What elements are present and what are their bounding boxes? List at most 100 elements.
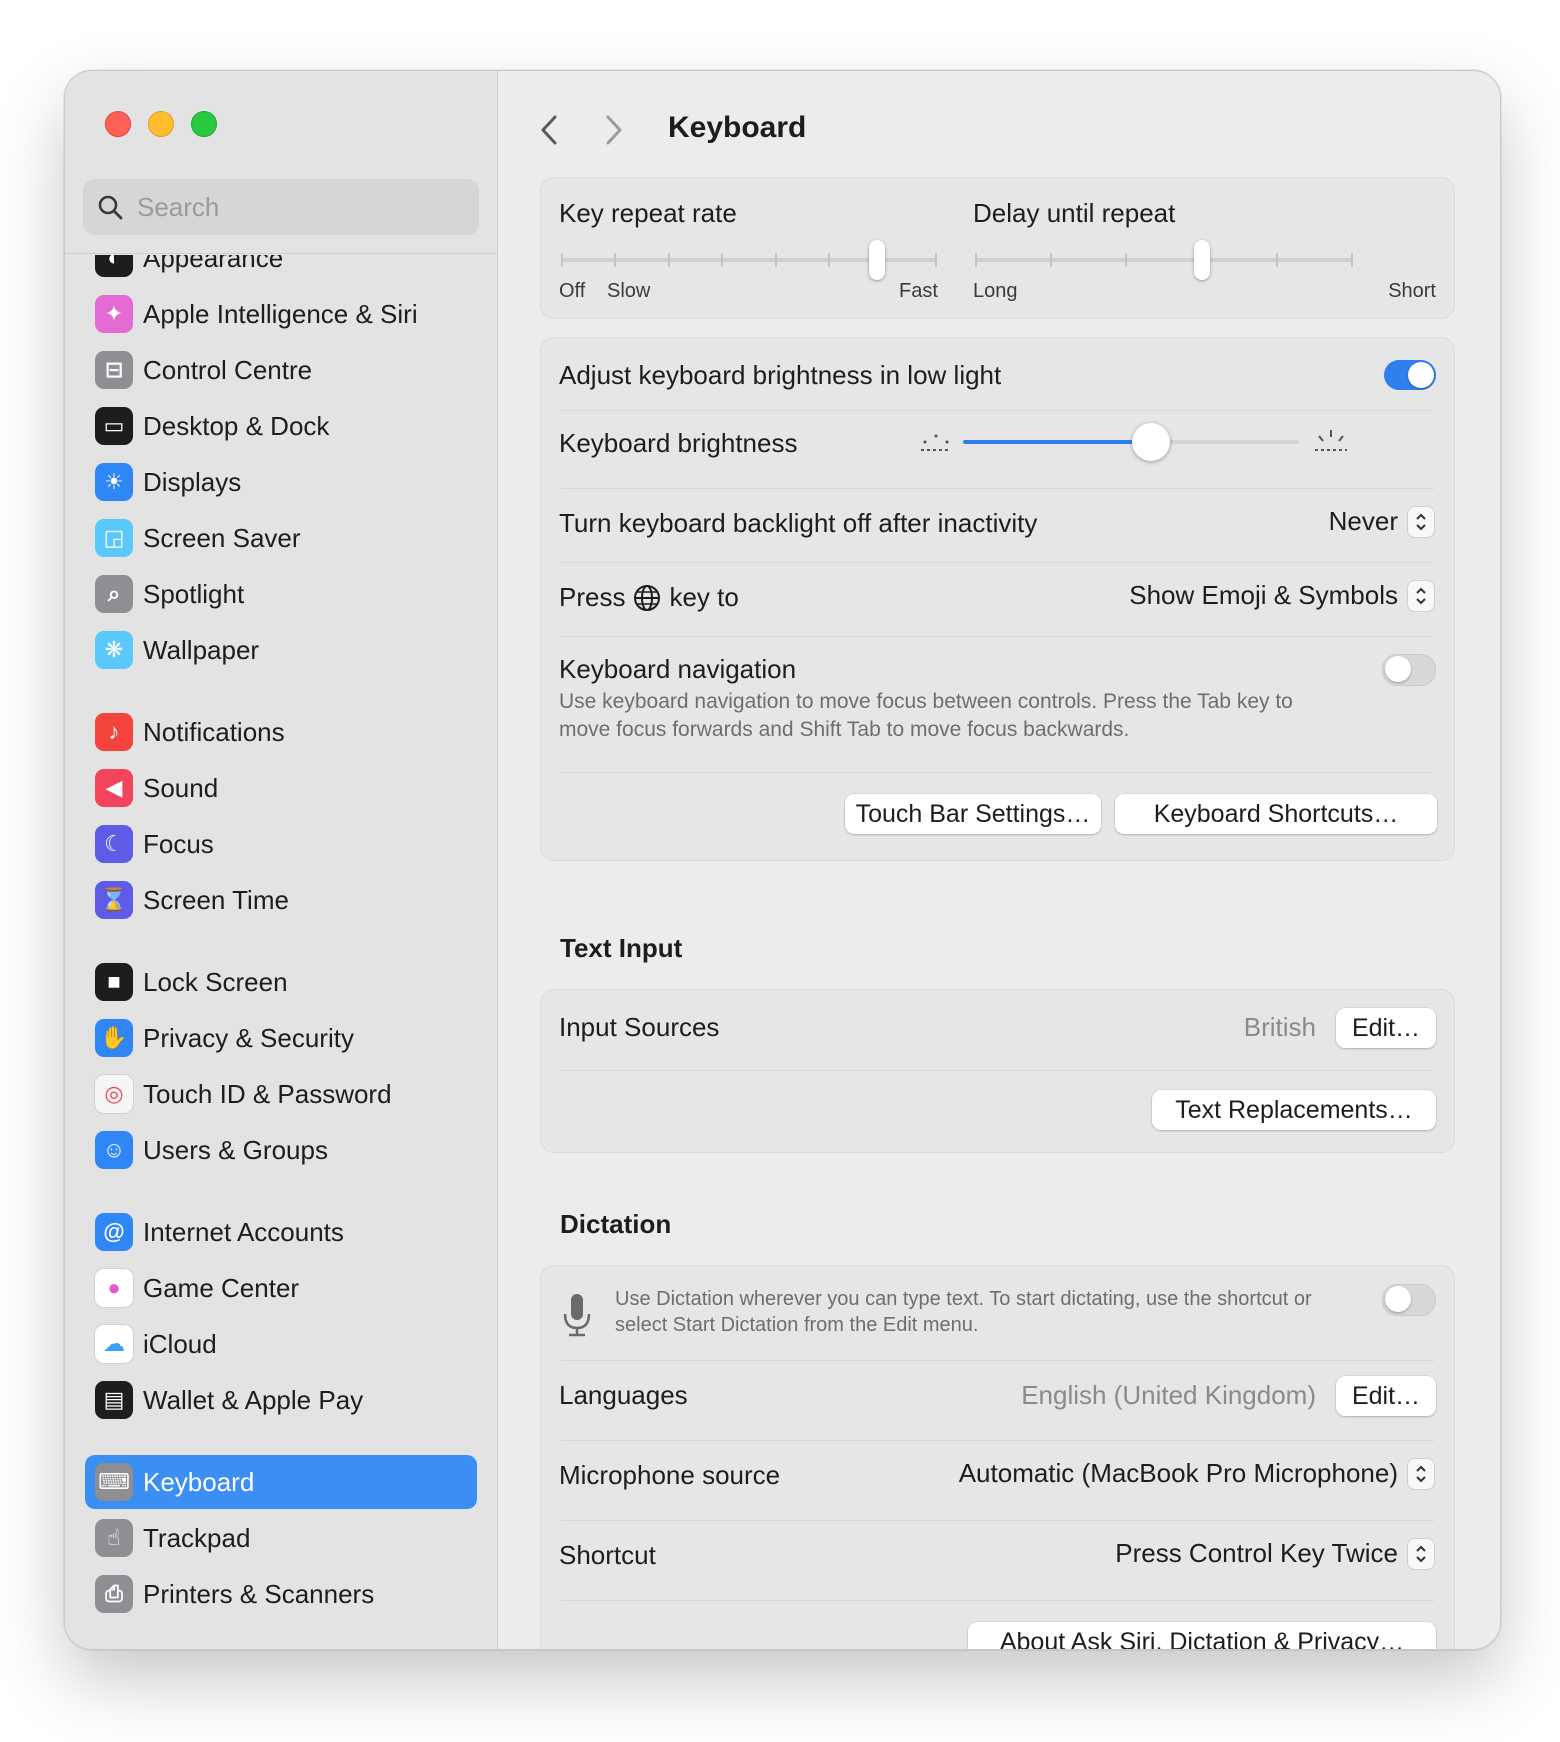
backlight-inactivity-popup[interactable]: Never <box>1329 506 1434 537</box>
sidebar-item-label: Focus <box>143 828 214 859</box>
trackpad-icon: ☝ <box>95 1519 133 1557</box>
brightness-high-icon <box>1315 430 1347 451</box>
rate-slow-label: Slow <box>607 280 651 302</box>
keyboard-brightness-label: Keyboard brightness <box>559 428 798 458</box>
sidebar-item-wallpaper[interactable]: ❋ Wallpaper <box>85 623 477 677</box>
displays-icon: ☀ <box>95 463 133 501</box>
slider-tick <box>1276 253 1278 267</box>
globe-icon <box>634 584 661 611</box>
sidebar-item-displays[interactable]: ☀ Displays <box>85 455 477 509</box>
screen-saver-icon: ◲ <box>95 519 133 557</box>
search-input[interactable] <box>135 190 459 224</box>
globe-key-row: Press key to <box>559 582 739 613</box>
sidebar-item-label: Users & Groups <box>143 1134 328 1165</box>
microphone-source-label: Microphone source <box>559 1460 781 1490</box>
sidebar-item-label: Wallpaper <box>143 634 260 665</box>
sidebar-item-label: Spotlight <box>143 578 245 609</box>
slider-tick <box>1351 253 1353 267</box>
dictation-shortcut-label: Shortcut <box>559 1540 656 1570</box>
backlight-inactivity-value: Never <box>1328 506 1398 536</box>
input-sources-edit-button[interactable]: Edit… <box>1336 1008 1436 1048</box>
key-repeat-rate-thumb[interactable] <box>869 240 885 280</box>
focus-icon: ☾ <box>95 825 133 863</box>
sidebar-item-notifications[interactable]: ♪ Notifications <box>85 705 477 759</box>
back-button[interactable] <box>538 113 560 156</box>
sidebar-item-label: Appearance <box>143 255 284 273</box>
sidebar-item-label: Internet Accounts <box>143 1216 344 1247</box>
sidebar-item-spotlight[interactable]: ⌕ Spotlight <box>85 567 477 621</box>
sidebar-item-screen-saver[interactable]: ◲ Screen Saver <box>85 511 477 565</box>
at-sign-icon: @ <box>95 1213 133 1251</box>
traffic-lights <box>105 111 217 137</box>
dictation-toggle[interactable] <box>1382 1284 1436 1316</box>
close-window-button[interactable] <box>105 111 131 137</box>
toolbar: Keyboard <box>498 99 1500 163</box>
lock-screen-icon: ■ <box>95 963 133 1001</box>
sidebar-item-privacy-security[interactable]: ✋ Privacy & Security <box>85 1011 477 1065</box>
row-divider <box>561 488 1434 489</box>
dictation-languages-edit-button[interactable]: Edit… <box>1336 1376 1436 1416</box>
minimize-window-button[interactable] <box>148 111 174 137</box>
globe-key-value: Show Emoji & Symbols <box>1129 580 1398 610</box>
keyboard-brightness-thumb[interactable] <box>1132 423 1170 461</box>
sidebar-item-apple-intelligence-siri[interactable]: ✦ Apple Intelligence & Siri <box>85 287 477 341</box>
sidebar-item-control-centre[interactable]: ⊟ Control Centre <box>85 343 477 397</box>
touch-bar-settings-button[interactable]: Touch Bar Settings… <box>845 794 1101 834</box>
sidebar-item-label: Screen Time <box>143 884 289 915</box>
privacy-hand-icon: ✋ <box>95 1019 133 1057</box>
sidebar-item-label: Lock Screen <box>143 966 288 997</box>
input-sources-value: British <box>1243 1012 1316 1042</box>
fingerprint-icon: ◎ <box>95 1075 133 1113</box>
printer-icon: ⎙ <box>95 1575 133 1613</box>
sidebar-item-label: Screen Saver <box>143 522 301 553</box>
sidebar-item-sound[interactable]: ◀ Sound <box>85 761 477 815</box>
slider-tick <box>828 253 830 267</box>
sidebar-item-lock-screen[interactable]: ■ Lock Screen <box>85 955 477 1009</box>
settings-window: ◐ Appearance ✦ Apple Intelligence & Siri ⊟ Co… <box>64 70 1501 1650</box>
sidebar-item-screen-time[interactable]: ⌛ Screen Time <box>85 873 477 927</box>
sidebar-item-keyboard[interactable]: ⌨ Keyboard <box>85 1455 477 1509</box>
microphone-source-popup[interactable]: Automatic (MacBook Pro Microphone) <box>959 1458 1434 1489</box>
sidebar-item-appearance[interactable]: ◐ Appearance <box>85 255 477 285</box>
keyboard-navigation-toggle[interactable] <box>1382 654 1436 686</box>
sidebar-item-internet-accounts[interactable]: @ Internet Accounts <box>85 1205 477 1259</box>
delay-long-label: Long <box>973 280 1018 302</box>
sidebar-item-trackpad[interactable]: ☝ Trackpad <box>85 1511 477 1565</box>
updown-chevron-icon <box>1408 1538 1434 1569</box>
dictation-shortcut-popup[interactable]: Press Control Key Twice <box>1115 1538 1434 1569</box>
delay-until-repeat-slider[interactable] <box>975 240 1353 280</box>
key-repeat-rate-slider[interactable] <box>561 240 937 280</box>
sidebar-item-desktop-dock[interactable]: ▭ Desktop & Dock <box>85 399 477 453</box>
spotlight-icon: ⌕ <box>95 575 133 613</box>
sidebar-item-label: Wallet & Apple Pay <box>143 1384 364 1415</box>
keyboard-brightness-slider[interactable] <box>963 423 1299 461</box>
sidebar-item-game-center[interactable]: ● Game Center <box>85 1261 477 1315</box>
sidebar-item-label: Displays <box>143 466 242 497</box>
sidebar-item-printers-scanners[interactable]: ⎙ Printers & Scanners <box>85 1567 477 1621</box>
forward-button[interactable] <box>603 113 625 156</box>
rate-fast-label: Fast <box>899 280 938 302</box>
keyboard-shortcuts-button[interactable]: Keyboard Shortcuts… <box>1115 794 1437 834</box>
wallet-icon: ▤ <box>95 1381 133 1419</box>
about-siri-dictation-privacy-button[interactable]: About Ask Siri, Dictation & Privacy… <box>968 1622 1436 1649</box>
icloud-icon: ☁ <box>95 1325 133 1363</box>
globe-key-popup[interactable]: Show Emoji & Symbols <box>1129 580 1434 611</box>
sidebar-item-touch-id-password[interactable]: ◎ Touch ID & Password <box>85 1067 477 1121</box>
sidebar-item-wallet-apple-pay[interactable]: ▤ Wallet & Apple Pay <box>85 1373 477 1427</box>
press-label: Press <box>559 582 626 612</box>
slider-tick <box>1125 253 1127 267</box>
rate-off-label: Off <box>559 280 586 302</box>
sidebar-item-icloud[interactable]: ☁ iCloud <box>85 1317 477 1371</box>
search-field[interactable] <box>83 179 479 235</box>
sidebar-item-users-groups[interactable]: ☺ Users & Groups <box>85 1123 477 1177</box>
delay-until-repeat-thumb[interactable] <box>1194 240 1210 280</box>
appearance-icon: ◐ <box>95 255 133 277</box>
sidebar-item-focus[interactable]: ☾ Focus <box>85 817 477 871</box>
updown-chevron-icon <box>1408 1458 1434 1489</box>
key-to-label: key to <box>669 582 739 612</box>
zoom-window-button[interactable] <box>191 111 217 137</box>
adjust-brightness-toggle[interactable] <box>1384 360 1436 390</box>
text-replacements-button[interactable]: Text Replacements… <box>1152 1090 1436 1130</box>
siri-icon: ✦ <box>95 295 133 333</box>
page-title: Keyboard <box>668 111 807 144</box>
